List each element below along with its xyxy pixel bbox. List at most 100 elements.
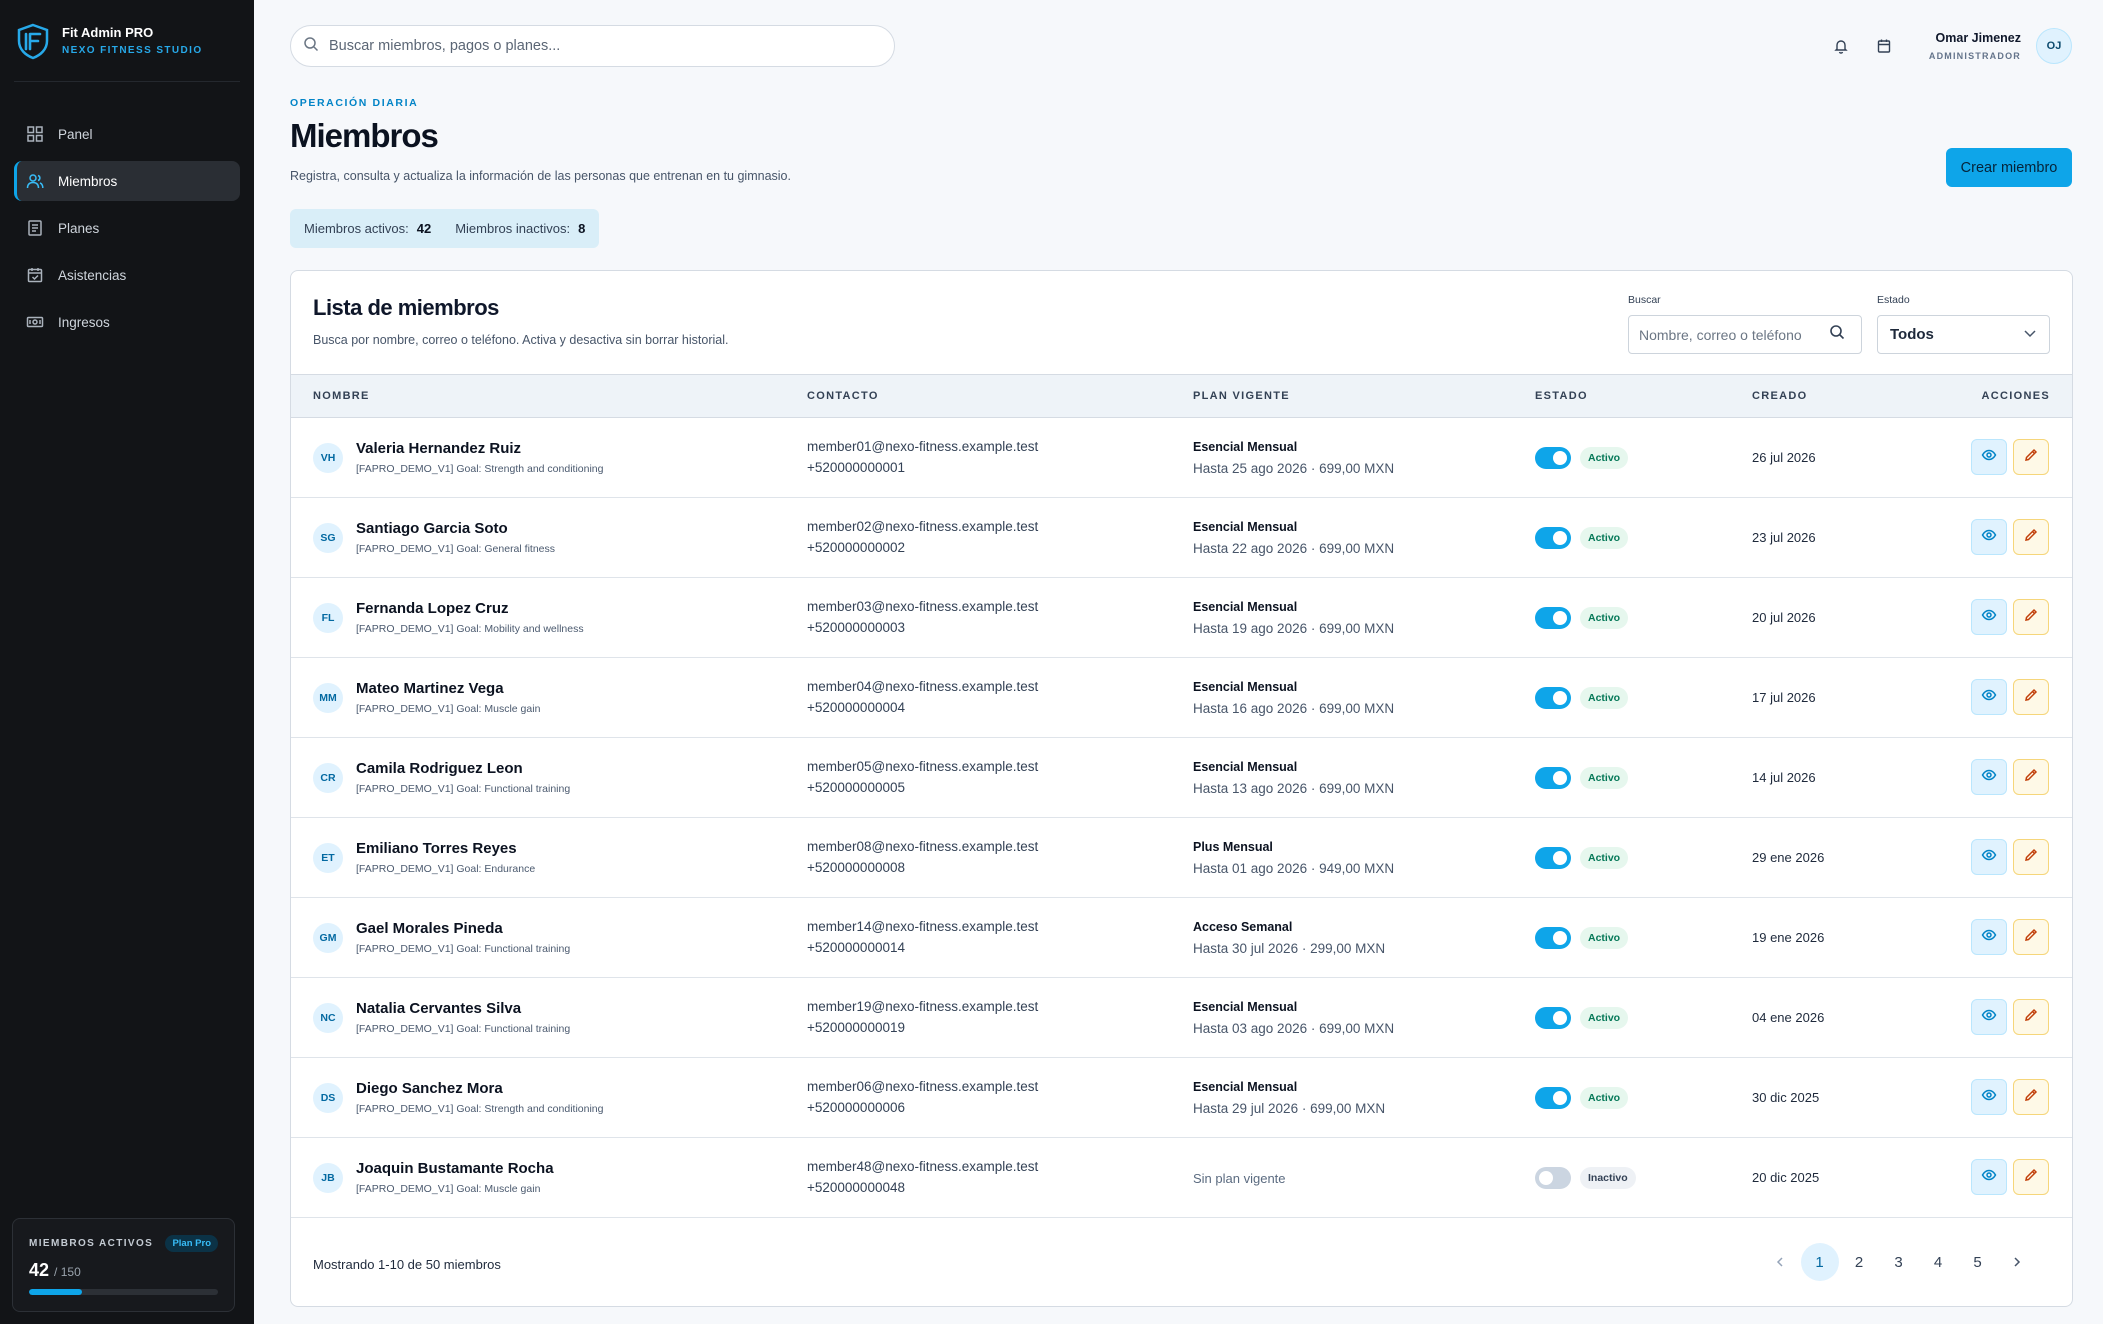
edit-member-button[interactable] [2013,1159,2049,1195]
create-member-button[interactable]: Crear miembro [1946,148,2072,187]
plan-detail: Hasta 29 jul 2026 · 699,00 MXN [1193,1101,1386,1116]
edit-member-button[interactable] [2013,519,2049,555]
plan-detail: Hasta 03 ago 2026 · 699,00 MXN [1193,1021,1395,1036]
plan-detail: Hasta 01 ago 2026 · 949,00 MXN [1193,861,1395,876]
created-date: 14 jul 2026 [1752,770,1816,785]
sidebar-item-ingresos[interactable]: Ingresos [14,302,240,342]
edit-member-button[interactable] [2013,599,2049,635]
view-member-button[interactable] [1971,759,2007,795]
eye-icon [1981,1087,1997,1108]
brand-subtitle: NEXO FITNESS STUDIO [62,45,203,56]
pencil-icon [2023,447,2039,468]
page-eyebrow: OPERACIÓN DIARIA [290,97,419,109]
plan-detail: Hasta 19 ago 2026 · 699,00 MXN [1193,621,1395,636]
plan-detail: Hasta 16 ago 2026 · 699,00 MXN [1193,701,1395,716]
calendar-icon[interactable] [1876,38,1892,54]
member-avatar: GM [313,923,343,953]
status-toggle[interactable] [1535,927,1571,949]
edit-member-button[interactable] [2013,679,2049,715]
status-toggle[interactable] [1535,527,1571,549]
status-toggle[interactable] [1535,847,1571,869]
global-search-input[interactable] [329,38,849,54]
global-search[interactable] [290,25,895,67]
status-toggle[interactable] [1535,607,1571,629]
sidebar-nav: Panel Miembros Planes Asistencias Ingres… [0,114,254,342]
view-member-button[interactable] [1971,919,2007,955]
member-name: Emiliano Torres Reyes [356,840,517,857]
member-goal: [FAPRO_DEMO_V1] Goal: Muscle gain [356,1183,541,1195]
view-member-button[interactable] [1971,679,2007,715]
edit-member-button[interactable] [2013,439,2049,475]
grid-icon [26,125,44,143]
eye-icon [1981,927,1997,948]
active-count: 42 [29,1260,50,1280]
status-select[interactable]: Todos [1877,315,2050,354]
table-header: NOMBRE CONTACTO PLAN VIGENTE ESTADO CREA… [291,374,2072,418]
member-avatar: CR [313,763,343,793]
edit-member-button[interactable] [2013,919,2049,955]
table-row: VH Valeria Hernandez Ruiz [FAPRO_DEMO_V1… [291,418,2072,498]
view-member-button[interactable] [1971,599,2007,635]
bell-icon[interactable] [1833,38,1849,54]
eye-icon [1981,1167,1997,1188]
edit-member-button[interactable] [2013,999,2049,1035]
pagination-summary: Mostrando 1-10 de 50 miembros [313,1257,501,1272]
view-member-button[interactable] [1971,439,2007,475]
view-member-button[interactable] [1971,839,2007,875]
member-phone: +520000000019 [807,1020,905,1035]
edit-member-button[interactable] [2013,839,2049,875]
pencil-icon [2023,607,2039,628]
member-search-input[interactable] [1639,326,1829,343]
member-goal: [FAPRO_DEMO_V1] Goal: General fitness [356,543,555,555]
chevron-right-icon[interactable] [1998,1243,2036,1281]
member-email: member48@nexo-fitness.example.test [807,1159,1039,1174]
status-toggle[interactable] [1535,1007,1571,1029]
sidebar-item-asistencias[interactable]: Asistencias [14,255,240,295]
sidebar-item-label: Ingresos [58,314,110,330]
created-date: 20 dic 2025 [1752,1170,1820,1185]
page-button-2[interactable]: 2 [1840,1243,1878,1281]
chevron-left-icon[interactable] [1761,1243,1799,1281]
table-row: NC Natalia Cervantes Silva [FAPRO_DEMO_V… [291,978,2072,1058]
eye-icon [1981,607,1997,628]
status-toggle[interactable] [1535,767,1571,789]
sidebar-item-miembros[interactable]: Miembros [14,161,240,201]
status-badge: Activo [1580,847,1629,869]
status-toggle[interactable] [1535,447,1571,469]
status-toggle[interactable] [1535,687,1571,709]
page-button-3[interactable]: 3 [1880,1243,1918,1281]
document-icon [26,219,44,237]
member-goal: [FAPRO_DEMO_V1] Goal: Mobility and welln… [356,623,584,635]
view-member-button[interactable] [1971,519,2007,555]
member-avatar: MM [313,683,343,713]
user-name: Omar Jimenez [1935,31,2021,45]
page-button-5[interactable]: 5 [1959,1243,1997,1281]
member-email: member19@nexo-fitness.example.test [807,999,1039,1014]
created-date: 26 jul 2026 [1752,450,1816,465]
member-search-field[interactable] [1628,315,1862,354]
created-date: 20 jul 2026 [1752,610,1816,625]
view-member-button[interactable] [1971,1159,2007,1195]
edit-member-button[interactable] [2013,1079,2049,1115]
inactive-stat-value: 8 [578,221,586,236]
plan-name: Esencial Mensual [1193,1000,1298,1014]
user-avatar[interactable]: OJ [2036,28,2072,64]
edit-member-button[interactable] [2013,759,2049,795]
table-body: VH Valeria Hernandez Ruiz [FAPRO_DEMO_V1… [291,418,2072,1218]
view-member-button[interactable] [1971,999,2007,1035]
status-badge: Activo [1580,767,1629,789]
page-button-4[interactable]: 4 [1919,1243,1957,1281]
pencil-icon [2023,1007,2039,1028]
sidebar-item-panel[interactable]: Panel [14,114,240,154]
status-toggle[interactable] [1535,1087,1571,1109]
member-goal: [FAPRO_DEMO_V1] Goal: Strength and condi… [356,1103,604,1115]
status-toggle[interactable] [1535,1167,1571,1189]
member-name: Valeria Hernandez Ruiz [356,440,522,457]
member-name: Fernanda Lopez Cruz [356,600,509,617]
page-button-1[interactable]: 1 [1800,1243,1839,1281]
active-members-title: MIEMBROS ACTIVOS [29,1238,154,1249]
sidebar-item-planes[interactable]: Planes [14,208,240,248]
member-email: member05@nexo-fitness.example.test [807,759,1039,774]
active-members-card: MIEMBROS ACTIVOS Plan Pro 42 / 150 [12,1218,235,1312]
view-member-button[interactable] [1971,1079,2007,1115]
